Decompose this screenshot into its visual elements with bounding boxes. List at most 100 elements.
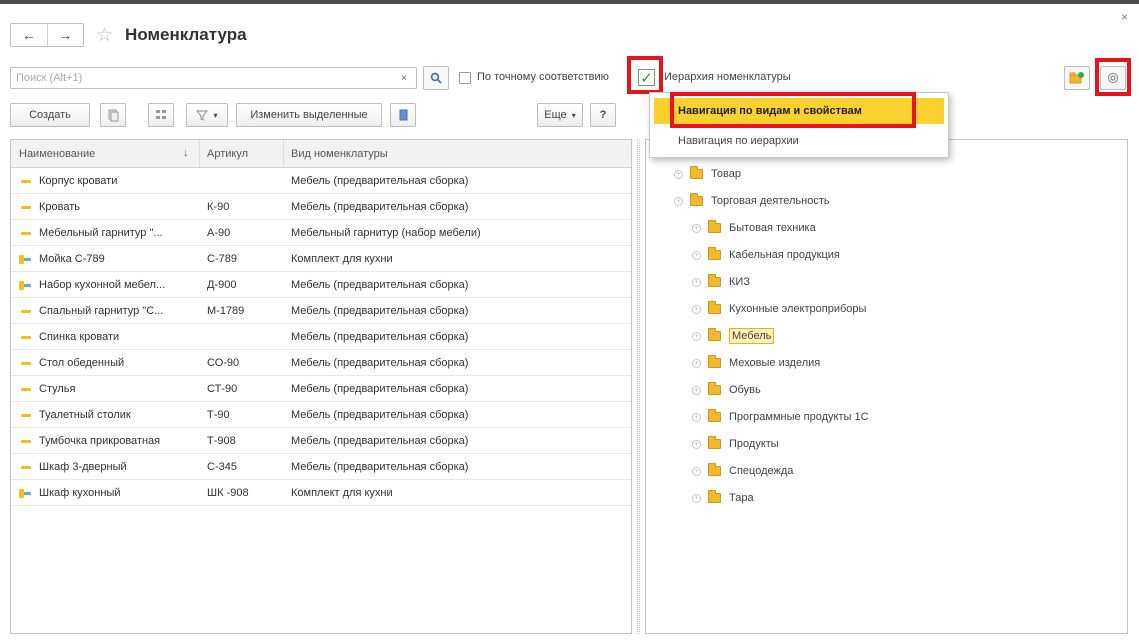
table-row[interactable]: Корпус кровати Мебель (предварительная сб…	[11, 168, 631, 194]
cell-article: Т-90	[207, 409, 230, 421]
column-header-article[interactable]: Артикул	[207, 148, 248, 160]
search-input[interactable]	[10, 67, 417, 89]
tree-node[interactable]: + Товар	[674, 164, 741, 184]
cell-kind: Мебельный гарнитур (набор мебели)	[291, 227, 481, 239]
expand-icon[interactable]: +	[692, 304, 701, 314]
folder-icon	[708, 247, 721, 260]
tree-node[interactable]: + Кабельная продукция	[692, 245, 840, 265]
item-icon	[21, 414, 31, 417]
edit-selected-button[interactable]: Изменить выделенные	[236, 103, 382, 127]
expand-icon[interactable]: +	[692, 277, 701, 287]
hierarchy-mode-button[interactable]	[1064, 66, 1090, 90]
cell-kind: Мебель (предварительная сборка)	[291, 435, 469, 447]
table-row[interactable]: Туалетный столик Т-90 Мебель (предваритель…	[11, 402, 631, 428]
items-table: Наименование ↓ Артикул Вид номенклатуры …	[10, 139, 632, 634]
expand-icon[interactable]: +	[692, 439, 701, 449]
expand-icon[interactable]: +	[692, 250, 701, 260]
cell-name: Стулья	[39, 383, 76, 395]
table-row[interactable]: Шкаф 3-дверный С-345 Мебель (предварительн…	[11, 454, 631, 480]
tree-node-label: Программные продукты 1С	[729, 411, 869, 423]
tree-node[interactable]: + Торговая деятельность	[674, 191, 830, 211]
expand-icon[interactable]: +	[674, 196, 683, 206]
cell-kind: Комплект для кухни	[291, 253, 393, 265]
tree-node-label: Кабельная продукция	[729, 249, 840, 261]
expand-icon[interactable]: +	[692, 412, 701, 422]
exact-match-label: По точному соответствию	[477, 71, 609, 83]
back-button[interactable]: ←	[11, 24, 48, 46]
create-button[interactable]: Создать	[10, 103, 90, 127]
cell-article: М-1789	[207, 305, 245, 317]
column-separator[interactable]	[199, 140, 200, 168]
close-icon[interactable]: ×	[1121, 10, 1128, 24]
tree-node[interactable]: + Тара	[692, 488, 754, 508]
copy-button[interactable]	[100, 103, 126, 127]
tree-node[interactable]: + Обувь	[692, 380, 761, 400]
favorite-star-icon[interactable]: ☆	[96, 24, 113, 47]
tree-node[interactable]: + Меховые изделия	[692, 353, 820, 373]
expand-icon[interactable]: +	[692, 358, 701, 368]
expand-icon[interactable]: +	[692, 223, 701, 233]
clear-search-icon[interactable]: ×	[397, 71, 411, 85]
search-button[interactable]	[423, 66, 449, 90]
cell-kind: Мебель (предварительная сборка)	[291, 331, 469, 343]
folder-icon	[708, 328, 721, 341]
folder-icon	[708, 409, 721, 422]
tree-node[interactable]: + Кухонные электроприборы	[692, 299, 866, 319]
print-button[interactable]	[390, 103, 416, 127]
cell-article: Т-908	[207, 435, 236, 447]
tree-node[interactable]: + Спецодежда	[692, 461, 793, 481]
chevron-down-icon: ▾	[571, 110, 576, 120]
table-row[interactable]: Мойка С-789 С-789 Комплект для кухни	[11, 246, 631, 272]
sort-arrow-icon[interactable]: ↓	[183, 147, 189, 159]
highlight-frame-menu-item	[670, 92, 916, 128]
folder-icon	[690, 193, 703, 206]
cell-name: Шкаф кухонный	[39, 487, 121, 499]
expand-icon[interactable]: +	[692, 385, 701, 395]
table-row[interactable]: Шкаф кухонный ШК -908 Комплект для кухни	[11, 480, 631, 506]
highlight-frame-checkbox	[627, 56, 663, 94]
table-row[interactable]: Стол обеденный СО-90 Мебель (предварительн…	[11, 350, 631, 376]
item-icon	[21, 310, 31, 313]
expand-icon[interactable]: +	[692, 466, 701, 476]
tree-node-label: Обувь	[729, 384, 761, 396]
exact-match-checkbox[interactable]	[459, 72, 471, 84]
table-row[interactable]: Мебельный гарнитур "... А-90 Мебельный гар…	[11, 220, 631, 246]
filter-dropdown-button[interactable]: ▾	[186, 103, 228, 127]
table-row[interactable]: Стулья СТ-90 Мебель (предварительная сборк…	[11, 376, 631, 402]
cell-name: Тумбочка прикроватная	[39, 435, 161, 447]
tree-node[interactable]: + Бытовая техника	[692, 218, 816, 238]
folder-tree-icon	[1069, 72, 1084, 84]
folder-icon	[708, 301, 721, 314]
tree-node[interactable]: + Продукты	[692, 434, 779, 454]
menu-item-navigation-by-hierarchy[interactable]: Навигация по иерархии	[654, 130, 944, 152]
help-button[interactable]: ?	[590, 103, 616, 127]
more-button[interactable]: Еще ▾	[537, 103, 583, 127]
cell-kind: Мебель (предварительная сборка)	[291, 279, 469, 291]
tree-node-label: Продукты	[729, 438, 779, 450]
cell-kind: Мебель (предварительная сборка)	[291, 175, 469, 187]
structure-icon	[156, 110, 166, 119]
panel-splitter[interactable]	[637, 139, 640, 634]
table-row[interactable]: Спальный гарнитур "С... М-1789 Мебель (пре…	[11, 298, 631, 324]
folder-icon	[708, 382, 721, 395]
table-row[interactable]: Набор кухонной мебел... Д-900 Мебель (пред…	[11, 272, 631, 298]
expand-icon[interactable]: +	[674, 169, 683, 179]
table-row[interactable]: Кровать К-90 Мебель (предварительная сборк…	[11, 194, 631, 220]
expand-icon[interactable]: +	[692, 331, 701, 341]
forward-button[interactable]: →	[48, 24, 84, 46]
column-header-name[interactable]: Наименование	[19, 148, 95, 160]
group-button[interactable]	[148, 103, 174, 127]
tree-node[interactable]: + Мебель	[692, 326, 775, 346]
cell-name: Мебельный гарнитур "...	[39, 227, 163, 239]
column-separator[interactable]	[283, 140, 284, 168]
item-icon	[21, 336, 31, 339]
column-header-kind[interactable]: Вид номенклатуры	[291, 148, 388, 160]
tree-node[interactable]: + Программные продукты 1С	[692, 407, 869, 427]
tree-node-label: Спецодежда	[729, 465, 794, 477]
cell-kind: Мебель (предварительная сборка)	[291, 383, 469, 395]
tree-node[interactable]: + КИЗ	[692, 272, 750, 292]
tree-node-label: Кухонные электроприборы	[729, 303, 867, 315]
table-row[interactable]: Спинка кровати Мебель (предварительная сб…	[11, 324, 631, 350]
expand-icon[interactable]: +	[692, 493, 701, 503]
table-row[interactable]: Тумбочка прикроватная Т-908 Мебель (предва…	[11, 428, 631, 454]
